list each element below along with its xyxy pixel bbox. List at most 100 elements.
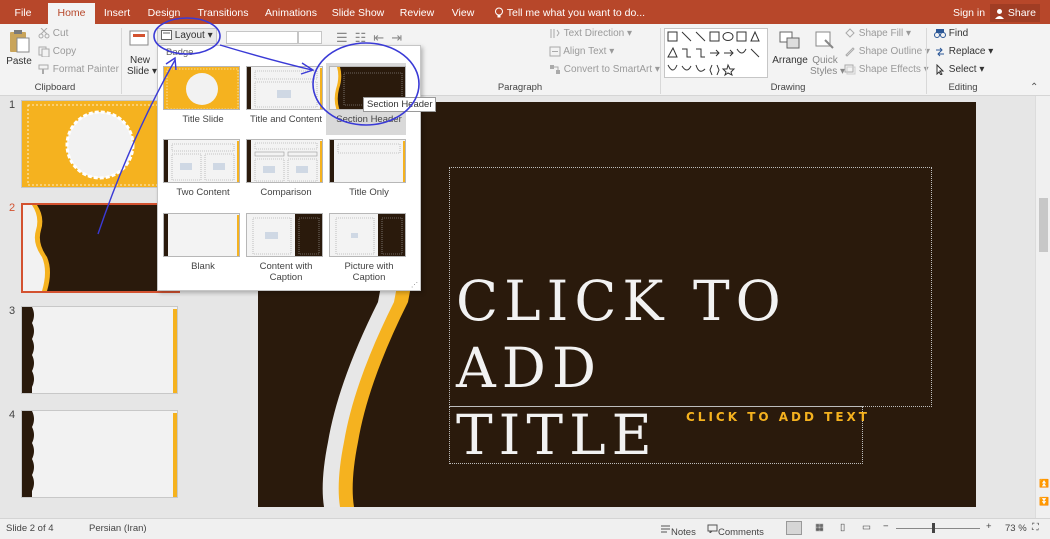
layout-option-title-and-content[interactable]: Title and Content xyxy=(243,66,323,138)
find-button[interactable]: Find xyxy=(934,28,968,39)
person-icon xyxy=(995,8,1004,19)
paste-button[interactable]: Paste xyxy=(6,28,32,67)
section-header-thumbnail-graphic xyxy=(23,205,50,291)
shape-outline-button[interactable]: Shape Outline ▾ xyxy=(844,46,930,57)
cut-button[interactable]: Cut xyxy=(38,28,68,39)
share-label: Share xyxy=(1007,7,1036,19)
layout-option-content-with-caption[interactable]: Content with Caption xyxy=(243,213,323,285)
slide-sorter-icon[interactable]: ▦ xyxy=(815,522,824,533)
binoculars-icon xyxy=(934,29,946,38)
resize-grip-icon[interactable]: ⋰ xyxy=(411,281,418,289)
slideshow-icon[interactable]: ▭ xyxy=(862,522,871,533)
layout-label-title-slide: Title Slide xyxy=(182,114,224,125)
ribbon-separator xyxy=(660,28,661,94)
sign-in-link[interactable]: Sign in xyxy=(953,0,985,24)
notes-button[interactable]: Notes xyxy=(660,523,696,538)
paragraph-group-label: Paragraph xyxy=(497,82,543,93)
copy-button[interactable]: Copy xyxy=(38,46,76,57)
share-button[interactable]: Share xyxy=(990,4,1040,22)
layout-option-title-only[interactable]: Title Only xyxy=(326,139,406,211)
layout-dropdown-button[interactable]: Layout ▾ xyxy=(157,28,217,44)
shape-effects-button[interactable]: Shape Effects ▾ xyxy=(844,64,929,75)
scissors-icon xyxy=(38,28,50,39)
paintbrush-icon xyxy=(38,64,49,74)
layout-label-two-content: Two Content xyxy=(176,187,230,198)
convert-smartart-button[interactable]: Convert to SmartArt ▾ xyxy=(549,64,660,75)
slide-thumbnail-4[interactable] xyxy=(21,410,178,498)
blank-thumbnail-graphic xyxy=(22,411,177,497)
layout-option-picture-with-caption[interactable]: Picture with Caption xyxy=(326,213,406,285)
fit-to-window-icon[interactable]: ⛶ xyxy=(1032,522,1039,533)
zoom-level[interactable]: 73 % xyxy=(1005,523,1027,534)
tab-transitions[interactable]: Transitions xyxy=(192,0,254,24)
font-size-box[interactable] xyxy=(298,31,322,44)
notes-icon xyxy=(661,525,670,533)
tab-home[interactable]: Home xyxy=(48,3,95,24)
reading-view-icon[interactable]: ▯ xyxy=(840,522,845,533)
normal-view-button[interactable] xyxy=(786,521,802,535)
prev-slide-icon[interactable]: ⏫ xyxy=(1039,479,1049,488)
layout-option-two-content[interactable]: Two Content xyxy=(160,139,240,211)
shapes-gallery[interactable] xyxy=(664,28,768,78)
layout-label-title-only: Title Only xyxy=(349,187,389,198)
new-slide-button[interactable]: New Slide ▾ xyxy=(127,28,157,77)
layout-label-blank: Blank xyxy=(191,261,215,272)
gallery-header: Badge xyxy=(166,47,194,58)
zoom-slider-thumb[interactable] xyxy=(932,523,935,533)
layout-option-comparison[interactable]: Comparison xyxy=(243,139,323,211)
quick-styles-label: Quick Styles ▾ xyxy=(810,55,846,77)
quick-styles-icon xyxy=(815,31,834,49)
layout-label-picture-with-caption: Picture with Caption xyxy=(344,261,394,283)
tab-file[interactable]: File xyxy=(6,0,40,24)
layout-thumb xyxy=(246,213,323,257)
zoom-slider[interactable] xyxy=(896,528,980,529)
layout-option-blank[interactable]: Blank xyxy=(160,213,240,285)
arrange-icon xyxy=(779,31,800,49)
smartart-icon xyxy=(550,65,560,74)
tab-design[interactable]: Design xyxy=(143,0,185,24)
slide-thumbnail-3[interactable] xyxy=(21,306,178,394)
tab-review[interactable]: Review xyxy=(396,0,438,24)
arrange-button[interactable]: Arrange xyxy=(772,30,808,66)
next-slide-icon[interactable]: ⏬ xyxy=(1039,497,1049,506)
text-direction-label: Text Direction xyxy=(563,28,625,40)
comments-label: Comments xyxy=(718,527,764,538)
language-indicator[interactable]: Persian (Iran) xyxy=(89,523,147,534)
shape-fill-button[interactable]: Shape Fill ▾ xyxy=(844,28,911,39)
notes-label: Notes xyxy=(671,527,696,538)
thumbnail-number: 2 xyxy=(9,202,16,214)
zoom-in-button[interactable]: + xyxy=(986,521,992,532)
slide-thumbnail-1[interactable] xyxy=(21,100,178,188)
tab-slide-show[interactable]: Slide Show xyxy=(330,0,386,24)
thumbnail-number: 1 xyxy=(9,99,16,111)
editing-group-label: Editing xyxy=(948,82,978,93)
paint-bucket-icon xyxy=(845,28,855,38)
layout-label: Layout xyxy=(174,30,205,41)
zoom-out-button[interactable]: − xyxy=(883,521,889,532)
collapse-ribbon-icon[interactable]: ⌃ xyxy=(1030,82,1038,93)
replace-button[interactable]: Replace ▾ xyxy=(934,46,993,57)
select-label: Select xyxy=(948,64,977,76)
comments-button[interactable]: Comments xyxy=(707,523,764,538)
layout-thumb xyxy=(163,213,240,257)
tell-me-box[interactable]: Tell me what you want to do... xyxy=(494,0,645,24)
layout-thumb xyxy=(163,66,240,110)
format-painter-button[interactable]: Format Painter xyxy=(38,64,119,75)
align-text-button[interactable]: Align Text ▾ xyxy=(549,46,614,57)
select-button[interactable]: Select ▾ xyxy=(934,64,984,75)
tab-insert[interactable]: Insert xyxy=(99,0,135,24)
layout-option-title-slide[interactable]: Title Slide xyxy=(160,66,240,138)
title-only-thumbnail-graphic xyxy=(22,307,177,393)
vertical-scrollbar[interactable]: ⏫ ⏬ xyxy=(1035,96,1050,518)
comment-icon xyxy=(707,524,718,533)
new-slide-icon xyxy=(129,30,149,46)
quick-styles-button[interactable]: Quick Styles ▾ xyxy=(810,30,846,77)
font-name-box[interactable] xyxy=(226,31,298,44)
scrollbar-thumb[interactable] xyxy=(1039,198,1048,252)
tab-view[interactable]: View xyxy=(447,0,479,24)
tab-animations[interactable]: Animations xyxy=(261,0,321,24)
list-buttons[interactable]: ☰☷⇤⇥ xyxy=(336,30,409,46)
drawing-group-label: Drawing xyxy=(770,82,806,93)
text-direction-button[interactable]: Text Direction ▾ xyxy=(549,28,632,39)
slide-subtitle[interactable]: CLICK TO ADD TEXT xyxy=(686,410,870,424)
